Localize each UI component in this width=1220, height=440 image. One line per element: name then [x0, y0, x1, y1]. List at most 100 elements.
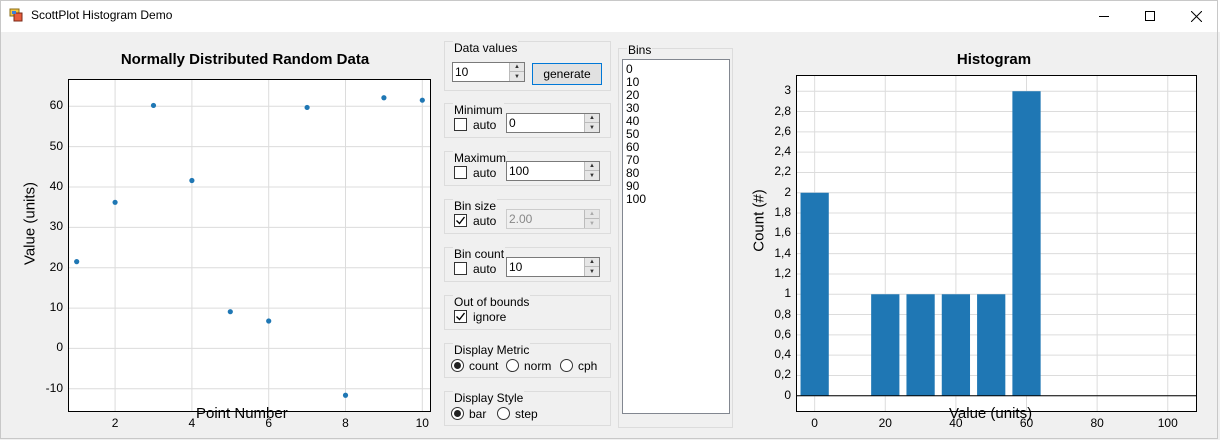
spin-down-icon[interactable]: ▼ — [584, 123, 599, 132]
display-metric-group: Display Metric count norm cph — [444, 343, 611, 378]
scatter-point[interactable] — [74, 259, 80, 265]
scatter-plot-area[interactable] — [68, 79, 431, 412]
norm-radio-label: norm — [524, 359, 552, 373]
histogram-bar[interactable] — [906, 294, 935, 396]
minimize-icon — [1099, 16, 1109, 17]
scatter-point[interactable] — [150, 102, 157, 109]
bins-group: Bins 0 10 20 30 40 50 60 70 80 90 100 — [618, 43, 733, 428]
histogram-bar[interactable] — [941, 294, 971, 396]
histogram-plot-area[interactable] — [796, 75, 1197, 412]
histogram-y-tick-label: 1,2 — [774, 265, 791, 280]
data-values-group: Data values ▲▼ generate — [444, 41, 611, 91]
bin-size-label: Bin size — [453, 199, 498, 213]
bin-count-auto-checkbox[interactable] — [454, 262, 467, 275]
histogram-title: Histogram — [956, 51, 1032, 68]
maximum-group: Maximum auto ▲▼ — [444, 151, 611, 186]
scatter-point[interactable] — [381, 95, 387, 101]
display-style-label: Display Style — [453, 391, 525, 405]
spin-down-icon[interactable]: ▼ — [584, 267, 599, 276]
histogram-bar[interactable] — [871, 294, 900, 396]
bin-count-text[interactable] — [509, 259, 579, 275]
bar-radio[interactable] — [451, 407, 464, 420]
cph-radio[interactable] — [560, 359, 573, 372]
ignore-checkbox[interactable] — [454, 310, 467, 323]
norm-radio[interactable] — [506, 359, 519, 372]
maximize-button[interactable] — [1127, 0, 1173, 32]
histogram-x-tick-label: 80 — [1090, 416, 1104, 430]
step-radio-label: step — [515, 407, 538, 421]
bin-list-item[interactable]: 100 — [623, 193, 729, 206]
maximum-text[interactable] — [509, 163, 579, 179]
scatter-point[interactable] — [266, 318, 272, 324]
bin-size-auto-checkbox[interactable] — [454, 214, 467, 227]
bins-label: Bins — [627, 43, 653, 57]
histogram-x-axis-label: Value (units) — [949, 405, 1033, 422]
data-values-input[interactable]: ▲▼ — [452, 62, 525, 82]
spin-up-icon[interactable]: ▲ — [584, 114, 599, 123]
scatter-point[interactable] — [304, 104, 310, 111]
scatter-title: Normally Distributed Random Data — [120, 51, 370, 68]
bin-count-group: Bin count auto ▲▼ — [444, 247, 611, 282]
scatter-point[interactable] — [112, 199, 118, 205]
maximum-label: Maximum — [453, 151, 508, 165]
close-icon — [1190, 10, 1202, 22]
window-title: ScottPlot Histogram Demo — [31, 8, 173, 22]
maximum-auto-label: auto — [473, 166, 497, 180]
minimum-auto-checkbox[interactable] — [454, 118, 467, 131]
spin-down-icon[interactable]: ▼ — [509, 72, 524, 81]
histogram-x-tick-label: 20 — [878, 416, 892, 430]
spin-up-icon[interactable]: ▲ — [509, 63, 524, 72]
bar-radio-label: bar — [469, 407, 487, 421]
scatter-y-tick-label: 60 — [49, 98, 63, 113]
checkmark-icon — [456, 312, 466, 321]
app-icon — [9, 8, 23, 22]
data-values-label: Data values — [453, 41, 519, 55]
bin-size-text[interactable] — [509, 211, 579, 227]
histogram-bar[interactable] — [800, 192, 829, 396]
minimum-input[interactable]: ▲▼ — [506, 113, 600, 133]
histogram-y-tick-label: 0 — [784, 387, 791, 402]
bin-size-input[interactable]: ▲▼ — [506, 209, 600, 229]
histogram-bar[interactable] — [977, 294, 1006, 396]
histogram-y-tick-label: 2,6 — [774, 123, 791, 138]
maximum-input[interactable]: ▲▼ — [506, 161, 600, 181]
scatter-point[interactable] — [342, 392, 349, 398]
spin-down-icon[interactable]: ▼ — [584, 171, 599, 180]
maximum-auto-checkbox[interactable] — [454, 166, 467, 179]
histogram-y-tick-label: 1 — [784, 286, 791, 301]
bin-size-group: Bin size auto ▲▼ — [444, 199, 611, 234]
minimum-label: Minimum — [453, 103, 504, 117]
histogram-y-tick-label: 0,4 — [774, 347, 791, 362]
bin-size-auto-label: auto — [473, 214, 497, 228]
scatter-point[interactable] — [227, 309, 233, 315]
bin-count-auto-label: auto — [473, 262, 497, 276]
spin-up-icon[interactable]: ▲ — [584, 162, 599, 171]
scatter-y-tick-label: -10 — [45, 380, 63, 395]
out-of-bounds-label: Out of bounds — [453, 295, 531, 309]
histogram-y-tick-label: 0,2 — [774, 367, 791, 382]
spin-down-icon[interactable]: ▼ — [584, 219, 599, 228]
scatter-plot[interactable]: Normally Distributed Random Data -10 0 10 2… — [0, 32, 440, 440]
data-values-text[interactable] — [455, 64, 505, 80]
bins-listbox[interactable]: 0 10 20 30 40 50 60 70 80 90 100 — [622, 59, 730, 414]
minimize-button[interactable] — [1081, 0, 1127, 32]
step-radio[interactable] — [497, 407, 510, 420]
spin-up-icon[interactable]: ▲ — [584, 210, 599, 219]
spin-up-icon[interactable]: ▲ — [584, 258, 599, 267]
histogram-bar[interactable] — [1012, 91, 1041, 396]
scatter-y-tick-label: 50 — [49, 138, 63, 153]
count-radio[interactable] — [451, 359, 464, 372]
histogram-plot[interactable]: Histogram 0 0,2 0,4 0,6 0,8 1 1,2 1,4 1,6 1,8 2 2,2… — [740, 32, 1210, 440]
scatter-x-tick-label: 2 — [111, 416, 119, 430]
close-button[interactable] — [1173, 0, 1219, 32]
minimum-text[interactable] — [509, 115, 579, 131]
scatter-point[interactable] — [419, 97, 425, 103]
generate-button[interactable]: generate — [532, 63, 602, 85]
scatter-svg — [69, 80, 430, 411]
display-style-group: Display Style bar step — [444, 391, 611, 426]
histogram-y-tick-label: 2,8 — [774, 103, 791, 118]
bin-count-input[interactable]: ▲▼ — [506, 257, 600, 277]
title-bar[interactable]: ScottPlot Histogram Demo — [0, 0, 1220, 32]
scatter-y-tick-label: 0 — [56, 340, 63, 355]
scatter-point[interactable] — [189, 177, 195, 184]
